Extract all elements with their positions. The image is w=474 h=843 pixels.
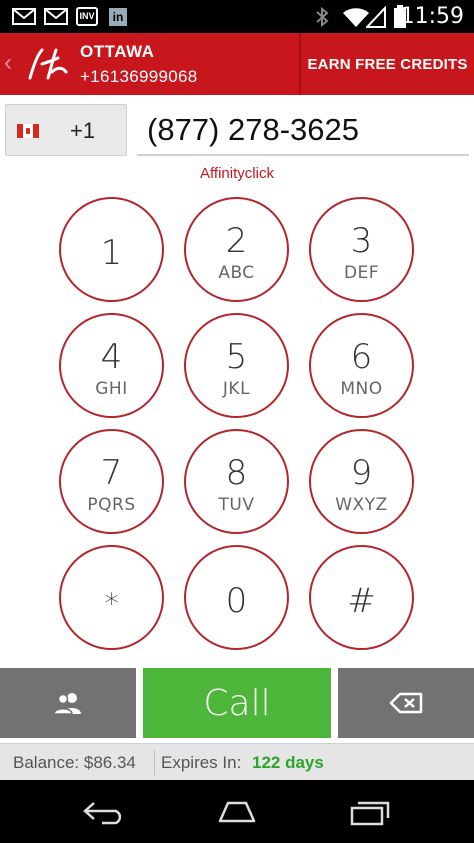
gmail-icon: [44, 8, 68, 25]
nav-recents-button[interactable]: [340, 792, 400, 832]
backspace-icon: [389, 692, 423, 714]
inv-icon: INV: [76, 7, 98, 26]
key-3[interactable]: 3 DEF: [309, 197, 414, 302]
app-header: ‹ OTTAWA +16136999068 EARN FREE CREDITS: [0, 33, 474, 95]
key-2[interactable]: 2 ABC: [184, 197, 289, 302]
clock: 11:59: [400, 4, 464, 29]
country-code: +1: [70, 118, 96, 143]
bluetooth-icon: [316, 6, 329, 28]
balance-text: Balance: $86.34: [13, 753, 136, 772]
key-hash[interactable]: #: [309, 545, 414, 650]
country-selector[interactable]: +1: [5, 104, 127, 156]
balance-divider: [154, 750, 155, 775]
key-5[interactable]: 5 JKL: [184, 313, 289, 418]
nav-back-button[interactable]: [75, 792, 135, 832]
nav-home-icon: [218, 801, 256, 823]
caller-number: +16136999068: [80, 67, 198, 86]
city-name: OTTAWA: [80, 42, 155, 61]
phone-number-input[interactable]: [137, 106, 469, 156]
call-button[interactable]: Call: [143, 668, 331, 738]
navigation-bar: [0, 780, 474, 843]
balance-bar: Balance: $86.34 Expires In: 122 days: [0, 743, 474, 780]
key-star[interactable]: *: [59, 545, 164, 650]
backspace-button[interactable]: [338, 668, 474, 738]
key-6[interactable]: 6 MNO: [309, 313, 414, 418]
app-logo[interactable]: [22, 42, 72, 86]
contacts-icon: [53, 693, 81, 715]
chevron-left-icon[interactable]: ‹: [4, 49, 12, 77]
key-1[interactable]: 1: [59, 197, 164, 302]
nav-recents-icon: [350, 801, 390, 826]
contacts-button[interactable]: [0, 668, 136, 738]
status-bar: INV in 11:59: [0, 0, 474, 33]
key-7[interactable]: 7 PQRS: [59, 429, 164, 534]
nav-home-button[interactable]: [207, 792, 267, 832]
nav-back-icon: [83, 802, 122, 825]
expires-value: 122 days: [252, 753, 324, 772]
key-8[interactable]: 8 TUV: [184, 429, 289, 534]
gmail-icon: [12, 8, 36, 25]
key-0[interactable]: 0: [184, 545, 289, 650]
key-4[interactable]: 4 GHI: [59, 313, 164, 418]
signal-icon: [366, 6, 386, 28]
linkedin-icon: in: [109, 8, 127, 26]
caller-id-name: Affinityclick: [200, 165, 274, 182]
key-9[interactable]: 9 WXYZ: [309, 429, 414, 534]
expires-label: Expires In:: [161, 753, 242, 772]
earn-free-credits-button[interactable]: EARN FREE CREDITS: [301, 33, 474, 95]
canada-flag-icon: [17, 124, 39, 138]
